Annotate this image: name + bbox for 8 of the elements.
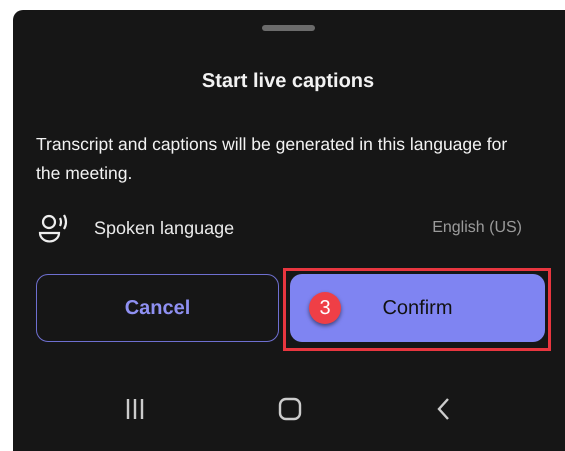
speaking-person-icon bbox=[38, 213, 70, 243]
cancel-button[interactable]: Cancel bbox=[36, 274, 279, 342]
sheet-title: Start live captions bbox=[202, 70, 374, 93]
setting-value[interactable]: English (US) bbox=[432, 219, 522, 237]
setting-label: Spoken language bbox=[94, 218, 234, 238]
home-icon[interactable] bbox=[276, 396, 302, 422]
drag-handle[interactable] bbox=[262, 25, 315, 31]
description-text: Transcript and captions will be generated in this language for the meeting. bbox=[36, 133, 508, 185]
